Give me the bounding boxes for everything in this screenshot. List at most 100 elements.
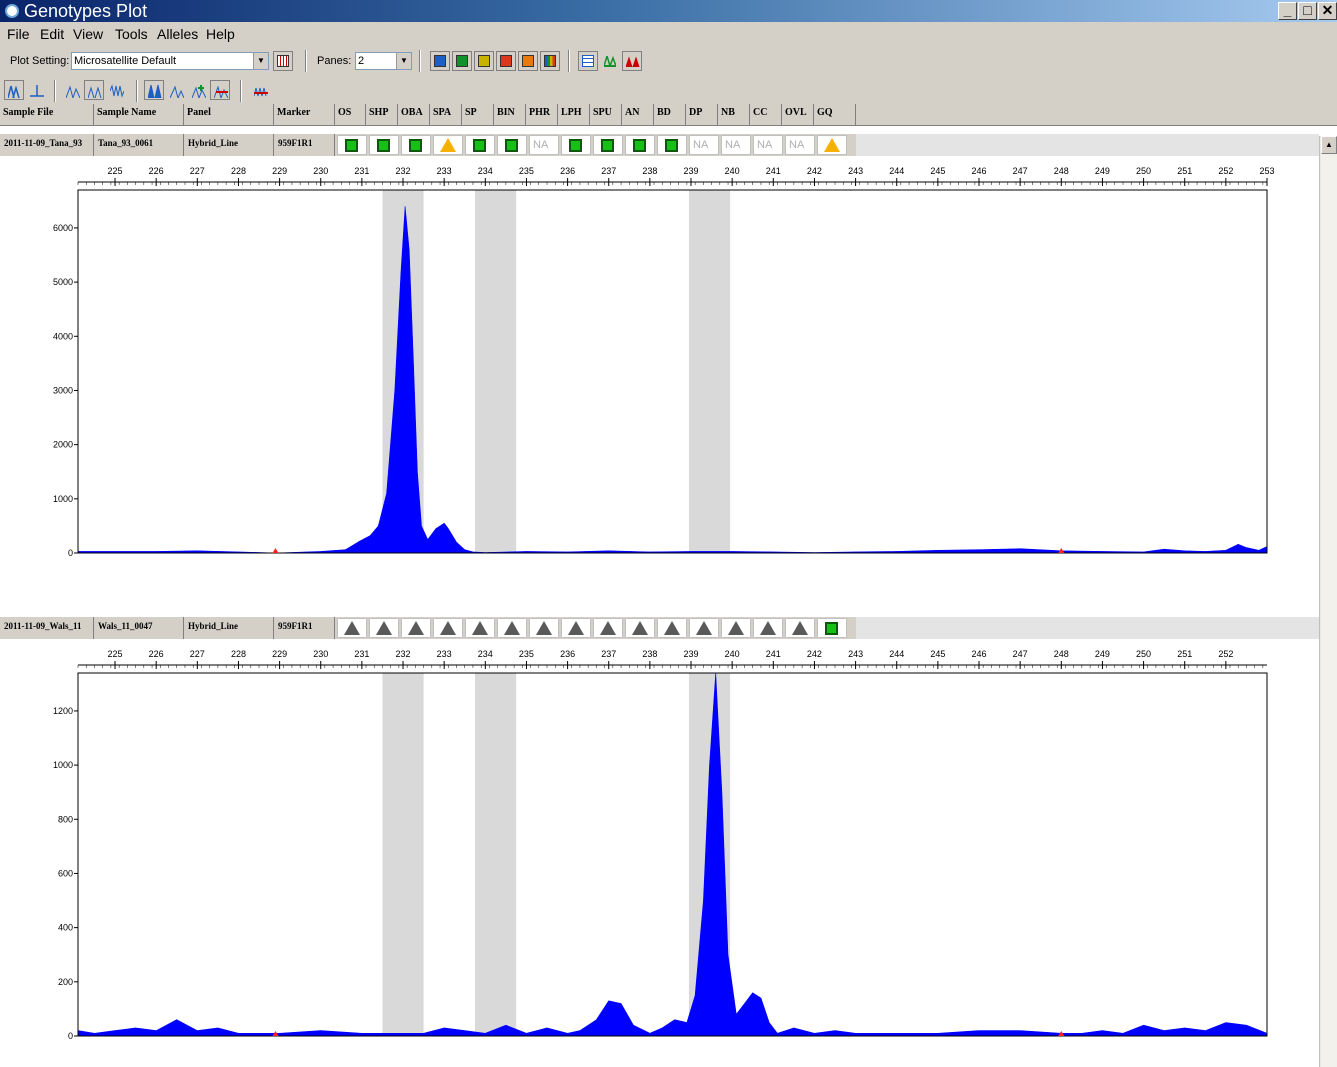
add-peak-button[interactable] <box>188 80 208 100</box>
dye-orange-button[interactable] <box>518 51 538 71</box>
show-peaks-button[interactable] <box>144 80 164 100</box>
zoom-peaks-button[interactable] <box>62 80 82 100</box>
menu-view[interactable]: View <box>73 26 103 42</box>
qc-flag-cell[interactable] <box>465 618 495 638</box>
col-os[interactable]: OS <box>335 104 366 126</box>
menu-file[interactable]: File <box>7 26 30 42</box>
minimize-button[interactable]: _ <box>1278 2 1297 20</box>
col-gq[interactable]: GQ <box>814 104 856 126</box>
x-tick-label: 228 <box>231 649 246 659</box>
plot-setting-select[interactable]: Microsatellite Default ▼ <box>71 52 269 70</box>
icon-shape <box>30 85 44 97</box>
remove-peak-button[interactable] <box>210 80 230 100</box>
qc-flag-cell[interactable] <box>817 618 847 638</box>
maximize-button[interactable]: □ <box>1298 2 1317 20</box>
col-marker[interactable]: Marker <box>274 104 335 126</box>
dye-red-button[interactable] <box>496 51 516 71</box>
qc-flag-cell[interactable] <box>721 618 751 638</box>
overlay-peaks-button[interactable] <box>4 80 24 100</box>
x-tick-label: 232 <box>396 649 411 659</box>
qc-flag-cell[interactable] <box>561 135 591 155</box>
x-tick-label: 248 <box>1054 649 1069 659</box>
qc-flag-cell[interactable]: NA <box>689 135 719 155</box>
close-button[interactable]: ✕ <box>1318 2 1337 20</box>
col-shp[interactable]: SHP <box>366 104 398 126</box>
qc-flag-cell[interactable] <box>401 618 431 638</box>
col-nb[interactable]: NB <box>718 104 750 126</box>
qc-flag-cell[interactable] <box>529 618 559 638</box>
qc-flag-cell[interactable] <box>817 135 847 155</box>
qc-flag-cell[interactable] <box>561 618 591 638</box>
col-dp[interactable]: DP <box>686 104 718 126</box>
electropherogram-pane-1[interactable]: 225 226 227 228 229 230 231 232 233 234 235 236 237 2… <box>0 158 1319 578</box>
vertical-scrollbar[interactable]: ▲ <box>1319 136 1337 1067</box>
col-phr[interactable]: PHR <box>526 104 558 126</box>
plot-setting-editor-button[interactable] <box>273 51 293 71</box>
single-peak-button[interactable] <box>26 80 46 100</box>
qc-flag-cell[interactable] <box>625 135 655 155</box>
col-ovl[interactable]: OVL <box>782 104 814 126</box>
col-bd[interactable]: BD <box>654 104 686 126</box>
col-oba[interactable]: OBA <box>398 104 430 126</box>
menu-tools[interactable]: Tools <box>115 26 148 42</box>
allele-view-button[interactable] <box>622 51 642 71</box>
qc-flag-cell[interactable] <box>369 135 399 155</box>
qc-flag-cell[interactable] <box>337 135 367 155</box>
col-bin[interactable]: BIN <box>494 104 526 126</box>
scrollbar-track[interactable] <box>1321 154 1337 1067</box>
dye-blue-button[interactable] <box>430 51 450 71</box>
col-cc[interactable]: CC <box>750 104 782 126</box>
col-panel[interactable]: Panel <box>184 104 274 126</box>
qc-flag-cell[interactable] <box>401 135 431 155</box>
orange-dye-icon <box>522 55 534 67</box>
qc-flag-cell[interactable] <box>593 618 623 638</box>
menu-help[interactable]: Help <box>206 26 235 42</box>
qc-flag-cell[interactable]: NA <box>753 135 783 155</box>
col-sp[interactable]: SP <box>462 104 494 126</box>
qc-flag-cell[interactable] <box>657 135 687 155</box>
dye-yellow-button[interactable] <box>474 51 494 71</box>
multi-peaks-button[interactable] <box>106 80 126 100</box>
panes-select[interactable]: 2 ▼ <box>355 52 412 70</box>
qc-flag-cell[interactable] <box>689 618 719 638</box>
qc-flag-cell[interactable] <box>497 135 527 155</box>
qc-flag-cell[interactable]: NA <box>721 135 751 155</box>
qc-flag-cell[interactable] <box>785 618 815 638</box>
y-tick-label: 5000 <box>53 277 73 287</box>
qc-flag-cell[interactable] <box>433 618 463 638</box>
sample-name-cell: Tana_93_0061 <box>94 134 184 156</box>
col-spu[interactable]: SPU <box>590 104 622 126</box>
sample-row[interactable]: 2011-11-09_Tana_93 Tana_93_0061 Hybrid_L… <box>0 134 856 156</box>
scroll-up-arrow-icon[interactable]: ▲ <box>1321 136 1337 154</box>
qc-flag-cell[interactable]: NA <box>785 135 815 155</box>
x-tick-label: 252 <box>1218 649 1233 659</box>
table-view-button[interactable] <box>578 51 598 71</box>
qc-flag-cell[interactable] <box>433 135 463 155</box>
peak-view-button[interactable] <box>600 51 620 71</box>
qc-flag-cell[interactable] <box>625 618 655 638</box>
col-spa[interactable]: SPA <box>430 104 462 126</box>
qc-flag-cell[interactable] <box>593 135 623 155</box>
show-trace-button[interactable] <box>166 80 186 100</box>
size-standard-button[interactable] <box>250 80 270 100</box>
col-lph[interactable]: LPH <box>558 104 590 126</box>
qc-flag-cell[interactable] <box>465 135 495 155</box>
menu-alleles[interactable]: Alleles <box>157 26 198 42</box>
qc-flag-cell[interactable] <box>657 618 687 638</box>
qc-flag-cell[interactable] <box>337 618 367 638</box>
dye-green-button[interactable] <box>452 51 472 71</box>
sample-row[interactable]: 2011-11-09_Wals_11 Wals_11_0047 Hybrid_L… <box>0 617 856 639</box>
col-sample-file[interactable]: Sample File <box>0 104 94 126</box>
qc-flag-cell[interactable] <box>497 618 527 638</box>
zoom-bins-button[interactable] <box>84 80 104 100</box>
qc-flag-cell[interactable] <box>753 618 783 638</box>
panes-value: 2 <box>358 55 365 67</box>
electropherogram-pane-2[interactable]: 225 226 227 228 229 230 231 232 233 234 235 236 237 2… <box>0 641 1319 1061</box>
col-an[interactable]: AN <box>622 104 654 126</box>
col-sample-name[interactable]: Sample Name <box>94 104 184 126</box>
x-tick-label: 241 <box>766 166 781 176</box>
qc-flag-cell[interactable]: NA <box>529 135 559 155</box>
dye-all-button[interactable] <box>540 51 560 71</box>
qc-flag-cell[interactable] <box>369 618 399 638</box>
menu-edit[interactable]: Edit <box>40 26 64 42</box>
